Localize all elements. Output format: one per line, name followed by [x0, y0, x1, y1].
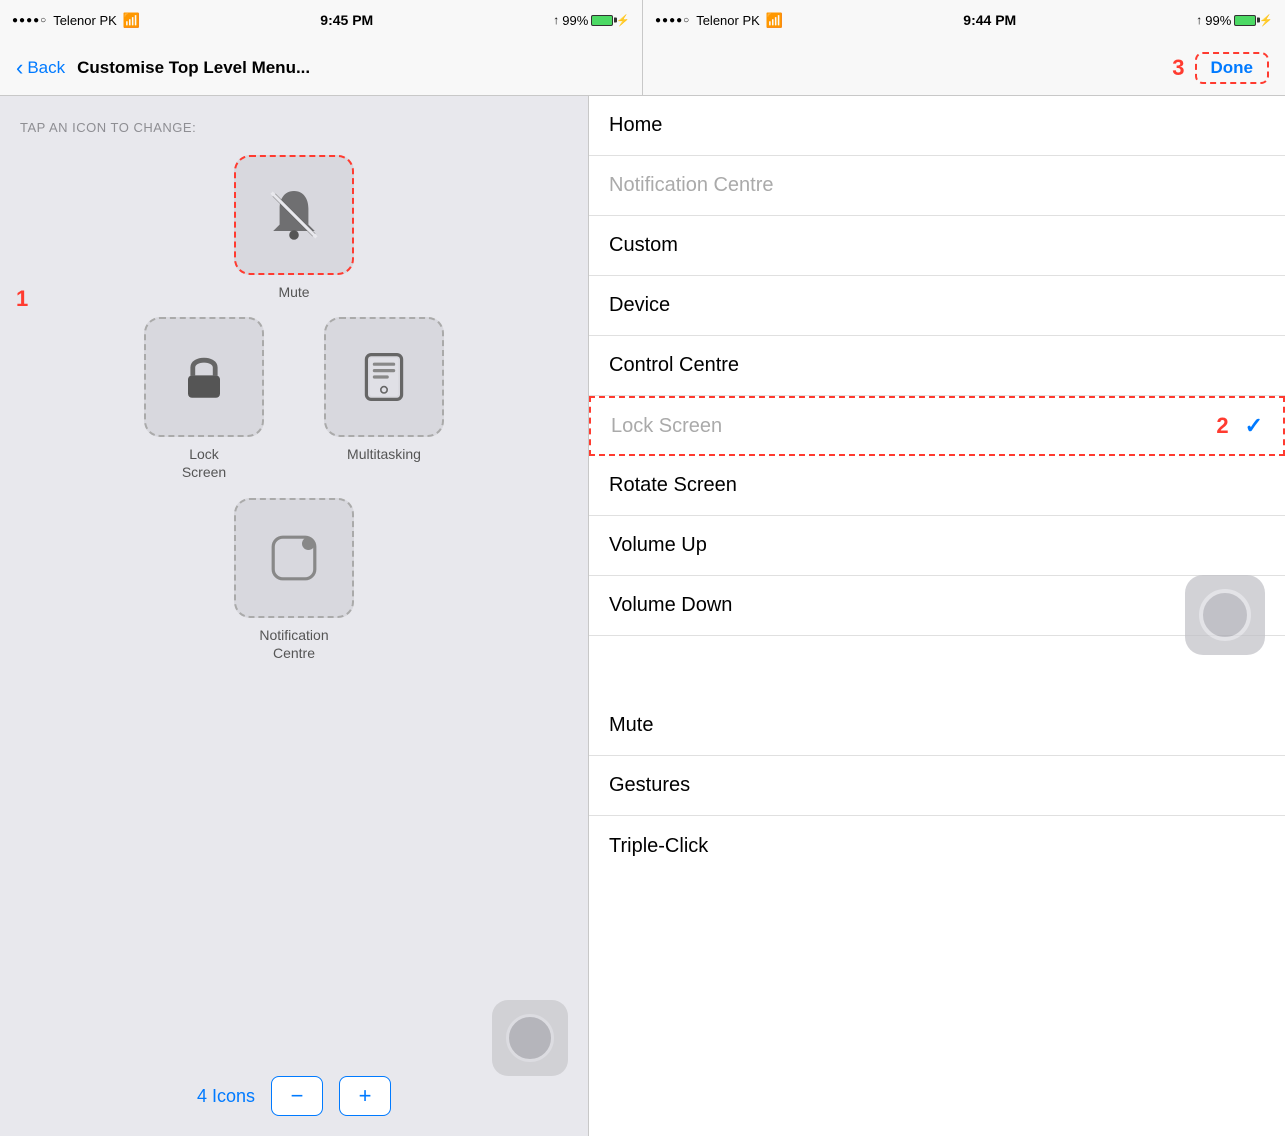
minus-button[interactable]: −	[271, 1076, 323, 1116]
menu-item-volume-up-label: Volume Up	[609, 534, 707, 557]
menu-item-mute-label: Mute	[609, 714, 653, 737]
mute-label: Mute	[278, 283, 309, 301]
menu-list: Home Notification Centre Custom Device C…	[589, 96, 1285, 876]
back-button[interactable]: ‹ Back	[16, 57, 65, 79]
icon-box-notification[interactable]	[234, 498, 354, 618]
menu-item-control-centre-label: Control Centre	[609, 354, 739, 377]
assistive-touch-button-right[interactable]	[1185, 575, 1265, 655]
wifi-icon-left: 📶	[123, 12, 140, 29]
wifi-icon-right: 📶	[766, 12, 783, 29]
menu-item-gestures-label: Gestures	[609, 774, 690, 797]
menu-item-volume-down[interactable]: Volume Down	[589, 576, 1285, 636]
assistive-circle-right	[1199, 589, 1251, 641]
signal-dots-left: ●●●●○	[12, 15, 47, 26]
signal-dots-right: ●●●●○	[655, 15, 690, 26]
menu-item-rotate-screen[interactable]: Rotate Screen	[589, 456, 1285, 516]
menu-item-notification-centre-label: Notification Centre	[609, 174, 774, 197]
location-icon-left: ↑	[553, 13, 559, 27]
menu-item-rotate-screen-label: Rotate Screen	[609, 474, 737, 497]
mute-icon	[262, 183, 326, 247]
icon-box-mute[interactable]	[234, 155, 354, 275]
battery-pct-right: 99%	[1205, 13, 1231, 28]
step1-badge: 1	[16, 286, 28, 312]
menu-item-lock-screen-label: Lock Screen	[611, 415, 722, 438]
location-icon-right: ↑	[1196, 13, 1202, 27]
menu-item-volume-up[interactable]: Volume Up	[589, 516, 1285, 576]
lock-icon	[172, 345, 236, 409]
menu-item-mute[interactable]: Mute	[589, 696, 1285, 756]
lockscreen-label: LockScreen	[182, 445, 226, 481]
bolt-left: ⚡	[616, 14, 630, 27]
menu-item-custom-label: Custom	[609, 234, 678, 257]
menu-item-device[interactable]: Device	[589, 276, 1285, 336]
status-bars: ●●●●○ Telenor PK 📶 9:45 PM ↑ 99% ⚡ ●●●●○…	[0, 0, 1285, 40]
menu-item-lock-screen[interactable]: Lock Screen 2 ✓	[589, 396, 1285, 456]
notification-icon	[262, 526, 326, 590]
notification-label: NotificationCentre	[259, 626, 328, 662]
icons-row-2: LockScreen	[20, 317, 568, 481]
time-right: 9:44 PM	[963, 12, 1016, 28]
plus-button[interactable]: +	[339, 1076, 391, 1116]
menu-item-device-label: Device	[609, 294, 670, 317]
battery-pct-left: 99%	[562, 13, 588, 28]
bottom-bar: 4 Icons − +	[0, 1076, 588, 1116]
icon-item-notification[interactable]: NotificationCentre	[234, 498, 354, 662]
icon-item-lockscreen[interactable]: LockScreen	[144, 317, 264, 481]
icons-grid: Mute LockScreen	[20, 155, 568, 1120]
status-bar-right: ●●●●○ Telenor PK 📶 9:44 PM ↑ 99% ⚡	[643, 0, 1285, 40]
right-panel: Home Notification Centre Custom Device C…	[589, 96, 1285, 1136]
nav-title: Customise Top Level Menu...	[77, 58, 310, 78]
nav-bar-right: 3 Done	[643, 40, 1285, 95]
bolt-right: ⚡	[1259, 14, 1273, 27]
menu-item-custom[interactable]: Custom	[589, 216, 1285, 276]
icons-count: 4 Icons	[197, 1086, 255, 1107]
tap-instruction: TAP AN ICON TO CHANGE:	[20, 120, 568, 135]
menu-item-volume-down-label: Volume Down	[609, 594, 732, 617]
time-left: 9:45 PM	[320, 12, 373, 28]
icon-item-multitasking[interactable]: Multitasking	[324, 317, 444, 481]
left-panel: TAP AN ICON TO CHANGE: 1	[0, 96, 589, 1136]
carrier-left: Telenor PK	[53, 13, 117, 28]
battery-icon-left	[591, 15, 613, 26]
check-icon: ✓	[1245, 413, 1263, 439]
done-button[interactable]: Done	[1195, 52, 1270, 84]
battery-icon-right	[1234, 15, 1256, 26]
step3-badge: 3	[1172, 55, 1184, 81]
menu-item-triple-click-label: Triple-Click	[609, 835, 708, 858]
main-content: TAP AN ICON TO CHANGE: 1	[0, 96, 1285, 1136]
icon-box-lockscreen[interactable]	[144, 317, 264, 437]
menu-item-notification-centre[interactable]: Notification Centre	[589, 156, 1285, 216]
nav-bar-left: ‹ Back Customise Top Level Menu...	[0, 40, 643, 95]
menu-item-control-centre[interactable]: Control Centre	[589, 336, 1285, 396]
menu-item-home[interactable]: Home	[589, 96, 1285, 156]
carrier-right: Telenor PK	[696, 13, 760, 28]
back-chevron-icon: ‹	[16, 57, 23, 79]
menu-item-triple-click[interactable]: Triple-Click	[589, 816, 1285, 876]
icon-box-multitasking[interactable]	[324, 317, 444, 437]
nav-right-group: 3 Done	[1164, 52, 1269, 84]
multitasking-icon	[352, 345, 416, 409]
nav-bars: ‹ Back Customise Top Level Menu... 3 Don…	[0, 40, 1285, 96]
status-bar-left: ●●●●○ Telenor PK 📶 9:45 PM ↑ 99% ⚡	[0, 0, 643, 40]
step2-badge: 2	[1216, 413, 1228, 439]
back-label: Back	[27, 58, 65, 78]
icon-item-mute[interactable]: Mute	[234, 155, 354, 301]
assistive-touch-button-left[interactable]	[492, 1000, 568, 1076]
menu-item-home-label: Home	[609, 114, 662, 137]
assistive-circle-left	[506, 1014, 554, 1062]
multitasking-label: Multitasking	[347, 445, 421, 463]
menu-item-gestures[interactable]: Gestures	[589, 756, 1285, 816]
